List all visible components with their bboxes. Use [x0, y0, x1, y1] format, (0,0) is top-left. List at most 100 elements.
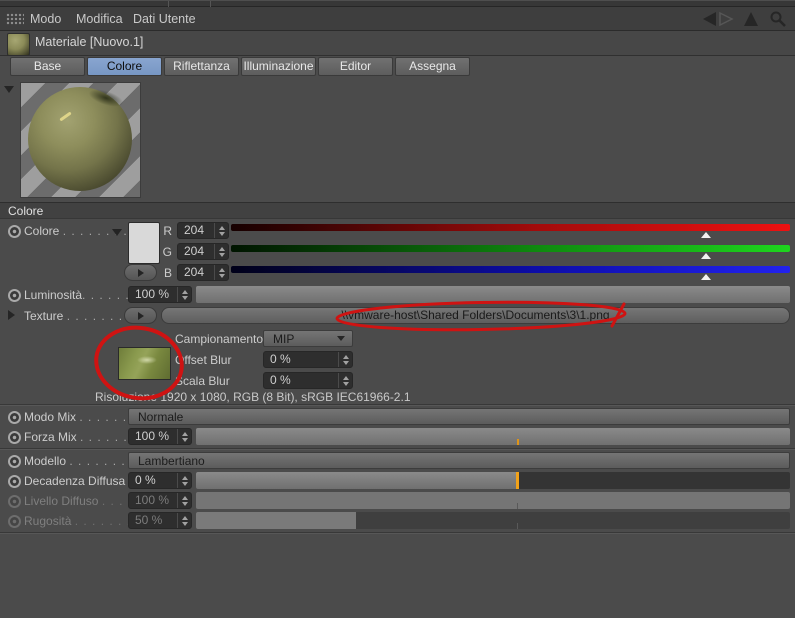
color-mode-dropdown-icon[interactable]: [112, 229, 122, 236]
slider-red[interactable]: [231, 224, 790, 240]
enable-toggle-modo-mix[interactable]: [8, 411, 21, 424]
default-value-tick: [517, 523, 518, 529]
stepper-up-icon: [181, 431, 188, 436]
preview-collapse-icon[interactable]: [4, 86, 14, 93]
menu-dati-utente[interactable]: Dati Utente: [133, 11, 196, 27]
enable-toggle-colore[interactable]: [8, 225, 21, 238]
field-value: 0 %: [270, 373, 291, 387]
value-field-r[interactable]: 204: [177, 222, 229, 239]
chevron-down-icon: [337, 336, 345, 341]
red-slider-handle[interactable]: [700, 232, 711, 238]
texture-options-button[interactable]: [124, 307, 157, 324]
enable-toggle-forza-mix[interactable]: [8, 431, 21, 444]
value-field-b[interactable]: 204: [177, 264, 229, 281]
tab-colore[interactable]: Colore: [87, 57, 162, 76]
field-value: 204: [184, 223, 205, 237]
blue-slider-handle[interactable]: [700, 274, 711, 280]
slider-blue[interactable]: [231, 266, 790, 282]
tab-illuminazione[interactable]: Illuminazione: [241, 57, 316, 76]
stepper[interactable]: [177, 287, 191, 302]
stepper-down-icon: [342, 381, 349, 386]
material-preview[interactable]: [20, 82, 141, 198]
label-campionamento: Campionamento: [175, 332, 264, 346]
forza-mix-field[interactable]: 100 %: [128, 428, 192, 445]
slider-green[interactable]: [231, 245, 790, 261]
panel-grip-icon[interactable]: [6, 13, 24, 25]
stepper-down-icon: [181, 437, 188, 442]
red-gradient-bar: [231, 224, 790, 231]
enable-toggle-modello[interactable]: [8, 455, 21, 468]
material-editor-panel: Modo Modifica Dati Utente Materiale [Nuo…: [0, 0, 795, 618]
dropdown-value: Normale: [138, 409, 184, 424]
tab-base[interactable]: Base: [10, 57, 85, 76]
label-text: Modo Mix: [24, 410, 77, 424]
stepper[interactable]: [214, 265, 228, 280]
label-luminosita: Luminosità. . . . . . .: [24, 288, 138, 302]
enable-toggle-livello-diffuso[interactable]: [8, 495, 21, 508]
label-text: Texture: [24, 309, 64, 323]
label-text: Modello: [24, 454, 67, 468]
stepper[interactable]: [338, 373, 352, 388]
stepper: [177, 493, 191, 508]
color-options-button[interactable]: [124, 264, 157, 281]
enable-toggle-rugosita[interactable]: [8, 515, 21, 528]
luminosita-field[interactable]: 100 %: [128, 286, 192, 303]
forward-icon[interactable]: [719, 11, 734, 27]
field-value: 0 %: [135, 473, 156, 487]
enable-toggle-luminosita[interactable]: [8, 289, 21, 302]
stepper[interactable]: [214, 244, 228, 259]
livello-diffuso-slider: [196, 492, 790, 509]
sphere-smudge: [87, 85, 126, 111]
decadenza-diffusa-slider[interactable]: [196, 472, 790, 489]
stepper-up-icon: [181, 515, 188, 520]
blue-gradient-bar: [231, 266, 790, 273]
label-modo-mix: Modo Mix . . . . . . .: [24, 410, 136, 424]
label-rugosita: Rugosità . . . . . . . .: [24, 514, 140, 528]
stepper[interactable]: [214, 223, 228, 238]
rugosita-field: 50 %: [128, 512, 192, 529]
up-icon[interactable]: [744, 12, 758, 26]
menu-modifica[interactable]: Modifica: [76, 11, 123, 27]
green-slider-handle[interactable]: [700, 253, 711, 259]
modello-dropdown[interactable]: Lambertiano: [128, 452, 790, 469]
forza-mix-slider[interactable]: [196, 428, 790, 445]
label-modello: Modello . . . . . . . . .: [24, 454, 143, 468]
back-icon[interactable]: [703, 12, 716, 26]
label-text: Livello Diffuso: [24, 494, 99, 508]
texture-thumbnail[interactable]: [118, 347, 171, 380]
texture-path-field[interactable]: \\vmware-host\Shared Folders\Documents\3…: [161, 307, 790, 324]
field-value: 204: [184, 244, 205, 258]
campionamento-dropdown[interactable]: MIP: [263, 330, 353, 347]
texture-resolution-info: Risoluzione 1920 x 1080, RGB (8 Bit), sR…: [95, 390, 411, 404]
stepper[interactable]: [177, 429, 191, 444]
luminosita-slider[interactable]: [196, 286, 790, 303]
value-field-g[interactable]: 204: [177, 243, 229, 260]
tab-bar: Base Colore Riflettanza Illuminazione Ed…: [0, 56, 795, 77]
tab-riflettanza[interactable]: Riflettanza: [164, 57, 239, 76]
enable-toggle-decadenza[interactable]: [8, 475, 21, 488]
stepper-down-icon: [181, 295, 188, 300]
texture-expand-icon[interactable]: [8, 310, 15, 320]
stepper[interactable]: [338, 352, 352, 367]
color-swatch[interactable]: [128, 222, 160, 264]
search-icon[interactable]: [770, 11, 786, 27]
decadenza-slider-handle[interactable]: [516, 472, 519, 489]
tab-editor[interactable]: Editor: [318, 57, 393, 76]
channel-label-g: G: [162, 245, 172, 259]
offset-blur-field[interactable]: 0 %: [263, 351, 353, 368]
label-offset-blur: Offset Blur: [175, 353, 232, 367]
label-text: Luminosità: [24, 288, 83, 302]
scala-blur-field[interactable]: 0 %: [263, 372, 353, 389]
stepper-down-icon: [218, 252, 225, 257]
modo-mix-dropdown[interactable]: Normale: [128, 408, 790, 425]
tab-assegna[interactable]: Assegna: [395, 57, 470, 76]
divider: [0, 405, 795, 406]
stepper[interactable]: [177, 473, 191, 488]
field-value: 50 %: [135, 513, 163, 527]
material-sphere-icon: [7, 33, 30, 56]
stepper-up-icon: [218, 246, 225, 251]
decadenza-diffusa-field[interactable]: 0 %: [128, 472, 192, 489]
menu-modo[interactable]: Modo: [30, 11, 61, 27]
divider: [0, 449, 795, 450]
section-header-colore: Colore: [0, 202, 795, 219]
